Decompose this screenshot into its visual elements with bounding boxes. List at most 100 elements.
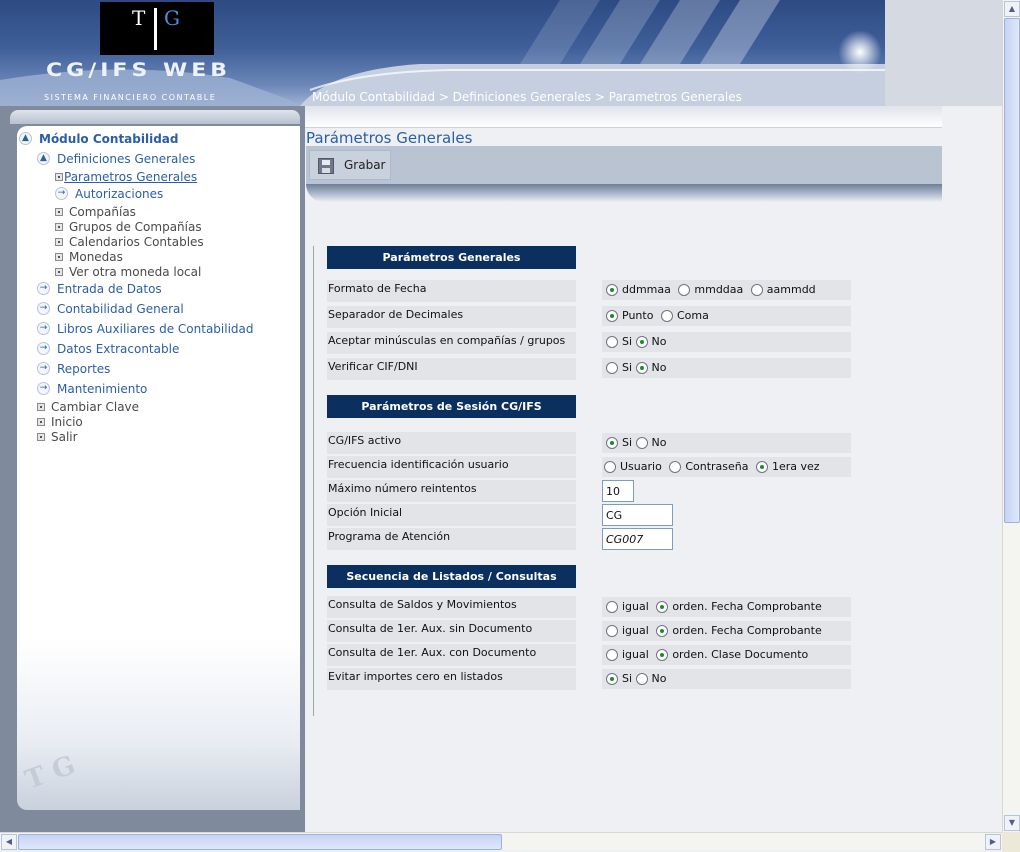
vertical-scroll-thumb[interactable] [1004,18,1020,523]
radio-igual[interactable]: igual [606,645,649,665]
brand-name: CG/IFS WEB [46,59,232,82]
radio-orden[interactable]: orden. Clase Documento [656,645,808,665]
radio-mmddaa[interactable]: mmddaa [678,280,743,300]
sidebar-item-mantenimiento[interactable]: Mantenimiento [57,382,147,396]
app-window: T G CG/IFS WEB SISTEMA FINANCIERO CONTAB… [0,0,1020,852]
arrow-right-icon[interactable]: → [37,322,50,335]
radio-selected-icon [635,362,648,374]
collapse-icon[interactable]: ▲ [37,152,50,165]
radio-selected-icon [755,461,768,473]
radio-si[interactable]: Si [606,433,632,453]
sidebar-item-reportes[interactable]: Reportes [57,362,110,376]
bullet-icon [55,208,63,216]
id-frequency-radio-group: Usuario Contraseña 1era vez [602,457,851,477]
sidebar-item-contabilidad-general[interactable]: Contabilidad General [57,302,184,316]
radio-no[interactable]: No [635,332,667,352]
sidebar-item-autorizaciones[interactable]: Autorizaciones [75,187,163,201]
radio-no[interactable]: No [635,669,667,689]
sidebar-item-definiciones-generales[interactable]: Definiciones Generales [57,152,195,166]
radio-icon [606,625,618,637]
sidebar-item-ver-otra-moneda[interactable]: Ver otra moneda local [69,265,201,279]
horizontal-scroll-thumb[interactable] [18,834,502,850]
logo-letter-g: G [164,6,180,30]
field-label: Separador de Decimales [327,306,576,328]
initial-option-input[interactable] [602,504,673,526]
radio-icon [750,284,763,296]
sidebar-item-entrada-datos[interactable]: Entrada de Datos [57,282,162,296]
sidebar-item-datos-extracontable[interactable]: Datos Extracontable [57,342,179,356]
sidebar-item-libros-auxiliares[interactable]: Libros Auxiliares de Contabilidad [57,322,254,336]
avoid-zero-radio-group: Si No [602,669,851,689]
bullet-icon [37,433,45,441]
bullet-icon [55,253,63,261]
aux-sin-doc-radio-group: igual orden. Fecha Comprobante [602,621,851,641]
radio-selected-icon [656,649,669,661]
radio-no[interactable]: No [635,358,667,378]
arrow-right-icon[interactable]: → [37,382,50,395]
sidebar-item-modulo-contabilidad[interactable]: Módulo Contabilidad [39,132,179,146]
bullet-icon [37,403,45,411]
radio-ddmmaa[interactable]: ddmmaa [606,280,671,300]
radio-punto[interactable]: Punto [606,306,653,326]
sidebar-item-inicio[interactable]: Inicio [51,415,83,429]
verify-cif-radio-group: Si No [602,358,851,378]
scroll-up-icon[interactable]: ▲ [1004,1,1020,17]
scroll-right-icon[interactable]: ▶ [985,834,1001,850]
radio-icon [606,362,618,374]
decimal-separator-radio-group: Punto Coma [602,306,851,326]
save-button[interactable]: Grabar [309,150,391,180]
field-label: Consulta de 1er. Aux. sin Documento [327,620,576,642]
brand-subtitle: SISTEMA FINANCIERO CONTABLE [44,93,217,102]
bullet-icon [37,418,45,426]
arrow-right-icon[interactable]: → [37,362,50,375]
arrow-right-icon[interactable]: → [55,187,68,200]
field-label: Consulta de Saldos y Movimientos [327,596,576,618]
radio-usuario[interactable]: Usuario [604,457,662,477]
arrow-right-icon[interactable]: → [37,342,50,355]
radio-coma[interactable]: Coma [660,306,709,326]
sidebar-item-grupos-companias[interactable]: Grupos de Compañías [69,220,202,234]
attention-program-input[interactable] [602,528,673,550]
horizontal-scrollbar[interactable]: ◀ ▶ [0,832,1002,850]
sidebar-item-salir[interactable]: Salir [51,430,78,444]
aux-con-doc-radio-group: igual orden. Clase Documento [602,645,851,665]
field-label: Formato de Fecha [327,280,576,302]
scroll-left-icon[interactable]: ◀ [1,834,17,850]
sidebar-item-companias[interactable]: Compañías [69,205,136,219]
radio-contrasena[interactable]: Contraseña [669,457,748,477]
arrow-right-icon[interactable]: → [37,282,50,295]
radio-si[interactable]: Si [606,358,632,378]
field-label: Frecuencia identificación usuario [327,456,576,478]
radio-aammdd[interactable]: aammdd [750,280,816,300]
max-retries-input[interactable] [602,480,634,502]
radio-no[interactable]: No [635,433,667,453]
form-area: Parámetros Generales Formato de Fecha dd… [313,246,873,716]
sidebar-top-cap [10,110,300,124]
radio-icon [669,461,682,473]
vertical-scrollbar[interactable]: ▲ ▼ [1002,0,1020,832]
collapse-icon[interactable]: ▲ [19,132,32,145]
field-label: Evitar importes cero en listados [327,668,576,690]
radio-primera-vez[interactable]: 1era vez [755,457,820,477]
radio-orden[interactable]: orden. Fecha Comprobante [656,621,822,641]
scroll-down-icon[interactable]: ▼ [1004,815,1020,831]
radio-si[interactable]: Si [606,669,632,689]
radio-si[interactable]: Si [606,332,632,352]
sidebar-item-calendarios-contables[interactable]: Calendarios Contables [69,235,204,249]
field-label: Aceptar minúsculas en compañías / grupos [327,332,576,354]
arrow-right-icon[interactable]: → [37,302,50,315]
radio-selected-icon [606,673,618,685]
breadcrumb: Módulo Contabilidad > Definiciones Gener… [312,90,742,104]
sidebar-item-parametros-generales[interactable]: Parametros Generales [64,170,197,184]
bullet-icon [55,223,63,231]
radio-icon [635,673,648,685]
radio-igual[interactable]: igual [606,597,649,617]
sidebar-item-monedas[interactable]: Monedas [69,250,123,264]
sidebar-item-cambiar-clave[interactable]: Cambiar Clave [51,400,139,414]
radio-orden[interactable]: orden. Fecha Comprobante [656,597,822,617]
radio-icon [678,284,691,296]
lowercase-radio-group: Si No [602,332,851,352]
section-header: Secuencia de Listados / Consultas [327,565,576,588]
field-label: Programa de Atención [327,528,576,550]
radio-igual[interactable]: igual [606,621,649,641]
